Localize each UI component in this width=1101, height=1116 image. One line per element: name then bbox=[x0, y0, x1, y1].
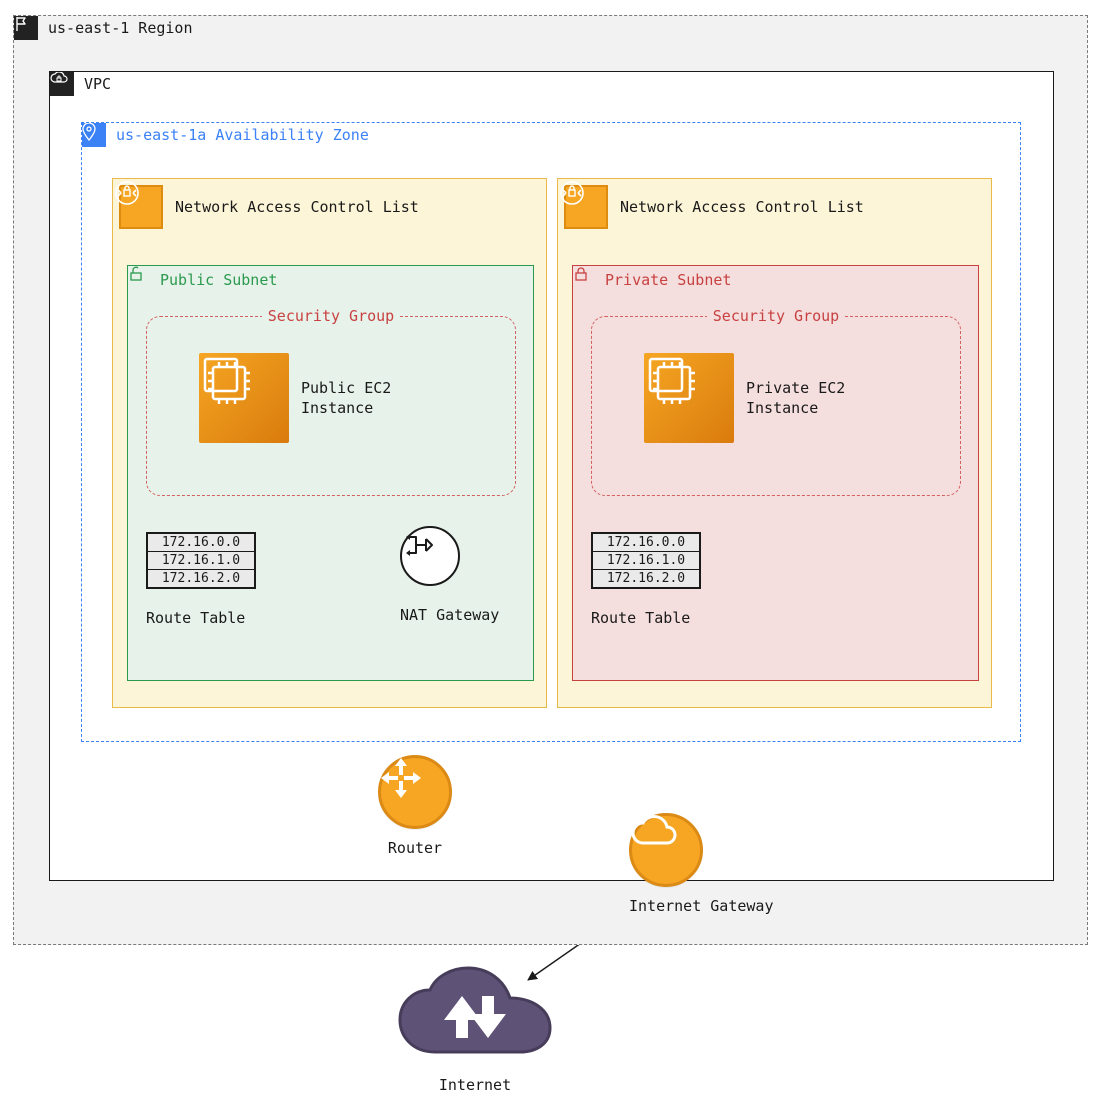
private-subnet-header: Private Subnet bbox=[573, 266, 978, 294]
availability-zone-container: us-east-1a Availability Zone Network Acc… bbox=[81, 122, 1021, 742]
region-label: us-east-1 Region bbox=[48, 19, 193, 37]
nacl-label: Network Access Control List bbox=[620, 198, 864, 216]
nat-label: NAT Gateway bbox=[400, 606, 499, 624]
public-secgroup-label: Security Group bbox=[147, 307, 515, 325]
route-row: 172.16.1.0 bbox=[593, 552, 699, 570]
route-row: 172.16.2.0 bbox=[148, 570, 254, 587]
public-security-group: Security Group Public EC2 Instance bbox=[146, 316, 516, 496]
private-route-list: 172.16.0.0 172.16.1.0 172.16.2.0 bbox=[591, 532, 701, 589]
flag-icon bbox=[14, 16, 38, 40]
nacl-icon bbox=[564, 185, 608, 229]
public-route-table: 172.16.0.0 172.16.1.0 172.16.2.0 Route T… bbox=[146, 532, 256, 627]
router-node: Router bbox=[378, 755, 452, 857]
public-ec2-label: Public EC2 Instance bbox=[301, 378, 391, 419]
internet-label: Internet bbox=[390, 1076, 560, 1094]
internet-node: Internet bbox=[390, 966, 560, 1094]
private-route-caption: Route Table bbox=[591, 609, 701, 627]
public-ec2: Public EC2 Instance bbox=[199, 353, 391, 443]
internet-gateway-node: Internet Gateway bbox=[629, 813, 774, 915]
router-icon bbox=[378, 755, 452, 829]
region-container: us-east-1 Region VPC us-east-1a Availabi… bbox=[13, 15, 1088, 945]
nacl-label: Network Access Control List bbox=[175, 198, 419, 216]
igw-label: Internet Gateway bbox=[629, 897, 774, 915]
ec2-icon bbox=[199, 353, 289, 443]
nacl-public-container: Network Access Control List Public Subne… bbox=[112, 178, 547, 708]
cloud-icon bbox=[629, 813, 703, 887]
vpc-header: VPC bbox=[50, 72, 1053, 96]
private-route-table: 172.16.0.0 172.16.1.0 172.16.2.0 Route T… bbox=[591, 532, 701, 627]
nat-gateway: NAT Gateway bbox=[400, 526, 499, 624]
public-subnet-container: Public Subnet Security Group bbox=[127, 265, 534, 681]
ec2-icon bbox=[644, 353, 734, 443]
az-label: us-east-1a Availability Zone bbox=[116, 126, 369, 144]
lock-closed-icon bbox=[577, 270, 597, 290]
nat-icon bbox=[400, 526, 460, 586]
private-subnet-container: Private Subnet Security Group bbox=[572, 265, 979, 681]
route-row: 172.16.1.0 bbox=[148, 552, 254, 570]
private-ec2-label: Private EC2 Instance bbox=[746, 378, 845, 419]
cloud-lock-icon bbox=[50, 72, 74, 96]
vpc-container: VPC us-east-1a Availability Zone Network… bbox=[49, 71, 1054, 881]
private-secgroup-label: Security Group bbox=[592, 307, 960, 325]
private-security-group: Security Group Private EC2 Instance bbox=[591, 316, 961, 496]
lock-open-icon bbox=[132, 270, 152, 290]
route-row: 172.16.0.0 bbox=[148, 534, 254, 552]
pin-icon bbox=[82, 123, 106, 147]
private-subnet-label: Private Subnet bbox=[605, 271, 731, 289]
public-subnet-header: Public Subnet bbox=[128, 266, 533, 294]
route-row: 172.16.2.0 bbox=[593, 570, 699, 587]
router-label: Router bbox=[378, 839, 452, 857]
internet-cloud-icon bbox=[390, 966, 560, 1066]
public-route-list: 172.16.0.0 172.16.1.0 172.16.2.0 bbox=[146, 532, 256, 589]
public-subnet-label: Public Subnet bbox=[160, 271, 277, 289]
route-row: 172.16.0.0 bbox=[593, 534, 699, 552]
public-route-caption: Route Table bbox=[146, 609, 256, 627]
az-header: us-east-1a Availability Zone bbox=[82, 123, 1020, 147]
region-header: us-east-1 Region bbox=[14, 16, 193, 40]
nacl-header-left: Network Access Control List bbox=[113, 179, 546, 235]
nacl-header-right: Network Access Control List bbox=[558, 179, 991, 235]
vpc-label: VPC bbox=[84, 75, 111, 93]
private-ec2: Private EC2 Instance bbox=[644, 353, 845, 443]
nacl-icon bbox=[119, 185, 163, 229]
nacl-private-container: Network Access Control List Private Subn… bbox=[557, 178, 992, 708]
